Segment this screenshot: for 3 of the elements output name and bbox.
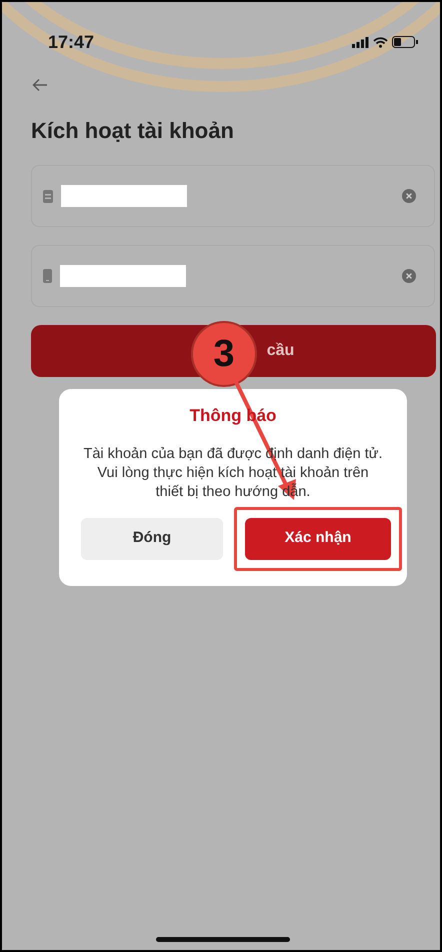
step-callout-tooltip: 3 (191, 321, 257, 387)
status-time: 17:47 (48, 30, 94, 54)
page-title: Kích hoạt tài khoản (31, 117, 235, 145)
